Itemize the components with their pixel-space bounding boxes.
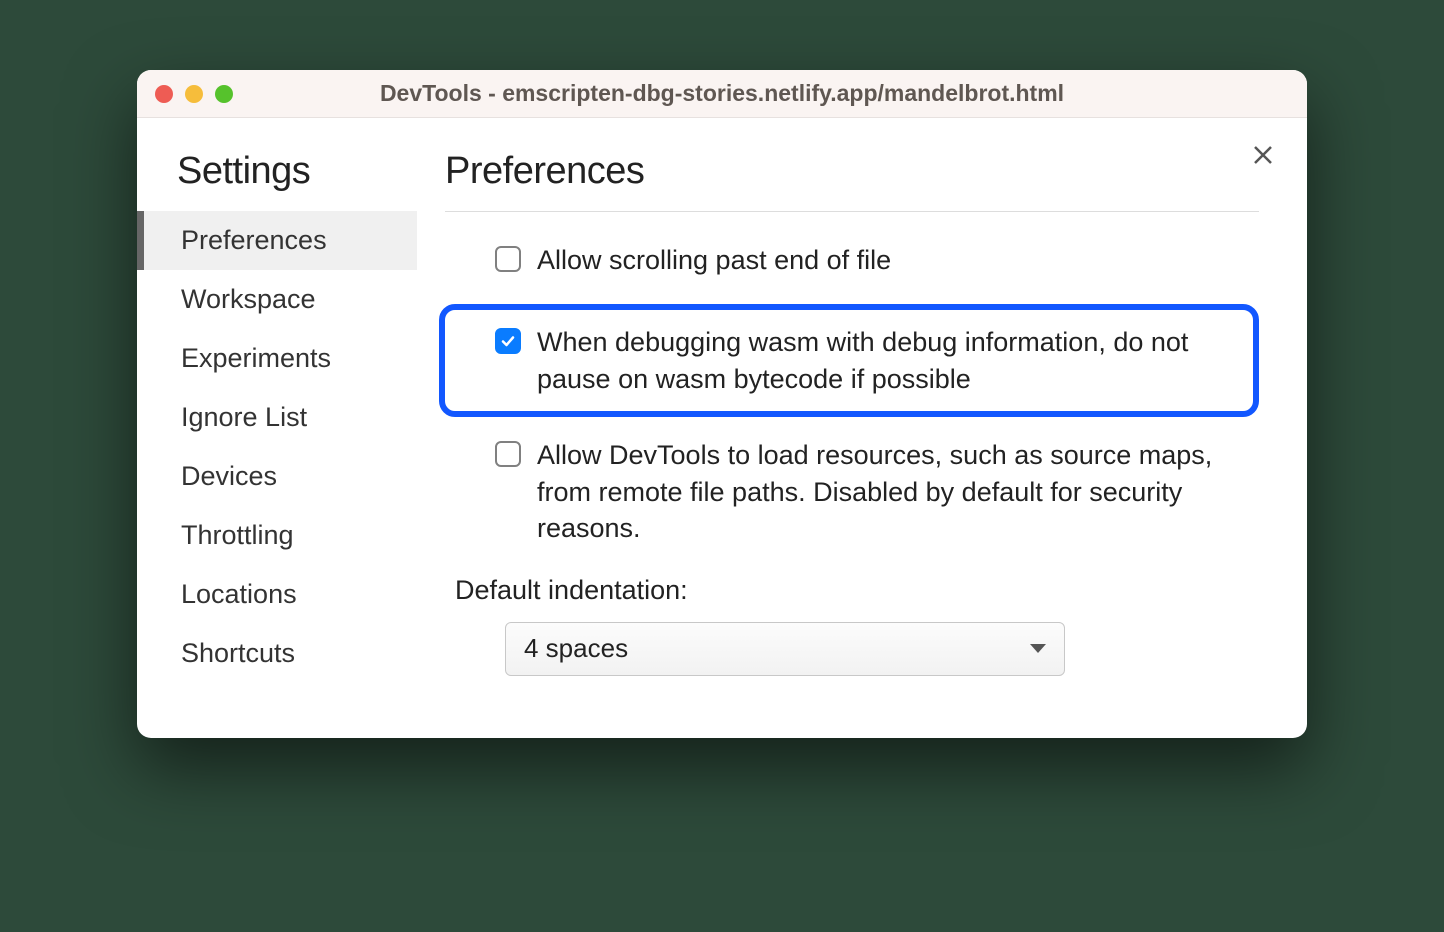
zoom-window-button[interactable] [215,85,233,103]
sidebar-item-shortcuts[interactable]: Shortcuts [137,624,417,683]
preference-option: When debugging wasm with debug informati… [439,304,1259,417]
checkbox[interactable] [495,328,521,354]
preference-option: Allow scrolling past end of file [445,242,1259,278]
sidebar-item-throttling[interactable]: Throttling [137,506,417,565]
window-title: DevTools - emscripten-dbg-stories.netlif… [137,80,1307,107]
sidebar-item-experiments[interactable]: Experiments [137,329,417,388]
devtools-settings-window: DevTools - emscripten-dbg-stories.netlif… [137,70,1307,738]
sidebar-item-workspace[interactable]: Workspace [137,270,417,329]
panel-heading: Preferences [445,150,1259,193]
preference-option: Allow DevTools to load resources, such a… [445,437,1259,546]
window-titlebar: DevTools - emscripten-dbg-stories.netlif… [137,70,1307,118]
indentation-select[interactable]: 4 spaces [505,622,1065,676]
indentation-label: Default indentation: [455,575,1259,606]
indentation-value: 4 spaces [524,633,628,664]
sidebar-item-devices[interactable]: Devices [137,447,417,506]
sidebar-heading: Settings [137,150,417,193]
close-icon[interactable] [1251,140,1275,172]
sidebar-item-locations[interactable]: Locations [137,565,417,624]
option-label: Allow DevTools to load resources, such a… [537,437,1259,546]
minimize-window-button[interactable] [185,85,203,103]
checkbox[interactable] [495,246,521,272]
option-label: Allow scrolling past end of file [537,242,891,278]
settings-body: Settings PreferencesWorkspaceExperiments… [137,118,1307,738]
sidebar-item-preferences[interactable]: Preferences [137,211,417,270]
divider [445,211,1259,212]
close-window-button[interactable] [155,85,173,103]
chevron-down-icon [1030,644,1046,653]
preferences-panel: Preferences Allow scrolling past end of … [417,118,1307,708]
checkbox[interactable] [495,441,521,467]
settings-sidebar: Settings PreferencesWorkspaceExperiments… [137,118,417,708]
traffic-lights [155,85,233,103]
option-label: When debugging wasm with debug informati… [537,324,1235,397]
sidebar-item-ignore-list[interactable]: Ignore List [137,388,417,447]
